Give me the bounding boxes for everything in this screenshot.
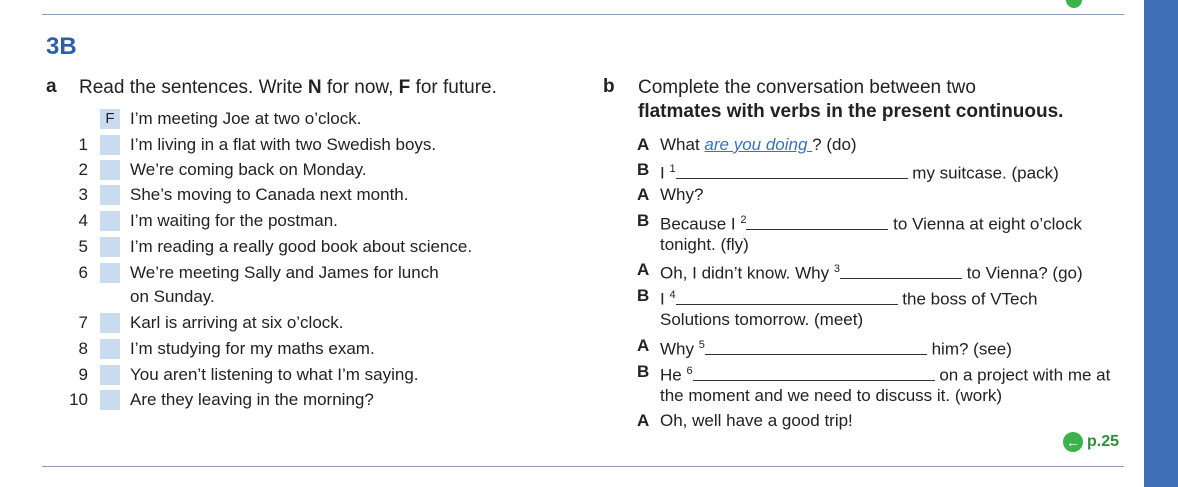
answer-box[interactable] [100,160,120,180]
item-number: 2 [78,160,88,179]
item-text: I’m studying for my maths exam. [130,339,375,358]
item-number: 5 [78,237,88,256]
item-text: She’s moving to Canada next month. [130,185,409,204]
item-text: You aren’t listening to what I’m saying. [130,365,419,384]
item-text: I’m waiting for the postman. [130,211,338,230]
answer-blank[interactable] [839,261,962,279]
answer-box[interactable] [100,185,120,205]
example-answer: F [105,110,115,127]
item-number: 9 [78,365,88,384]
section-a-instruction: Read the sentences. Write N for now, F f… [79,77,497,98]
speaker-label: B [637,286,650,305]
item-text: Are they leaving in the morning? [130,390,374,409]
page-edge-bar [1144,0,1178,487]
speaker-label: B [637,211,650,230]
item-number: 1 [78,135,88,154]
speaker-label: A [637,411,650,430]
speaker-label: B [637,160,650,179]
answer-blank[interactable] [692,363,935,381]
speaker-label: A [637,185,650,204]
page-reference-link[interactable]: ← p.25 [1063,431,1119,453]
item-text: Karl is arriving at six o’clock. [130,313,344,332]
arrow-left-icon: ← [1063,431,1083,452]
example-answer: are you doing [704,135,813,154]
section-b-instruction: Complete the conversation between two fl… [638,77,1064,122]
answer-blank[interactable] [746,212,889,230]
answer-box[interactable] [100,390,120,410]
page-reference-label: p.25 [1087,433,1120,450]
answer-box[interactable] [100,313,120,333]
bottom-rule [42,466,1124,467]
example-text: I’m meeting Joe at two o’clock. [130,109,362,128]
unit-title: 3B [46,33,77,60]
item-text: I’m living in a flat with two Swedish bo… [130,135,437,154]
answer-blank[interactable] [675,161,908,179]
section-b-letter: b [603,76,615,97]
item-text: on Sunday. [130,287,215,306]
item-text: We’re coming back on Monday. [130,160,367,179]
speaker-label: A [637,135,650,154]
item-number: 10 [69,390,88,409]
answer-box[interactable]: F [100,109,120,129]
answer-box[interactable] [100,263,120,283]
answer-box[interactable] [100,365,120,385]
top-rule [42,14,1124,15]
item-text: I’m reading a really good book about sci… [130,237,473,256]
answer-box[interactable] [100,211,120,231]
item-number: 8 [78,339,88,358]
section-a-letter: a [46,76,57,97]
answer-box[interactable] [100,237,120,257]
answer-box[interactable] [100,339,120,359]
answer-box[interactable] [100,135,120,155]
speaker-label: A [637,336,650,355]
answer-blank[interactable] [704,337,927,355]
item-number: 7 [78,313,88,332]
item-number: 3 [78,185,88,204]
answer-blank[interactable] [675,287,898,305]
speaker-label: B [637,362,650,381]
item-number: 4 [78,211,88,230]
item-number: 6 [78,263,88,282]
speaker-label: A [637,260,650,279]
item-text: We’re meeting Sally and James for lunch [130,263,439,282]
green-dot-icon [1066,0,1082,8]
